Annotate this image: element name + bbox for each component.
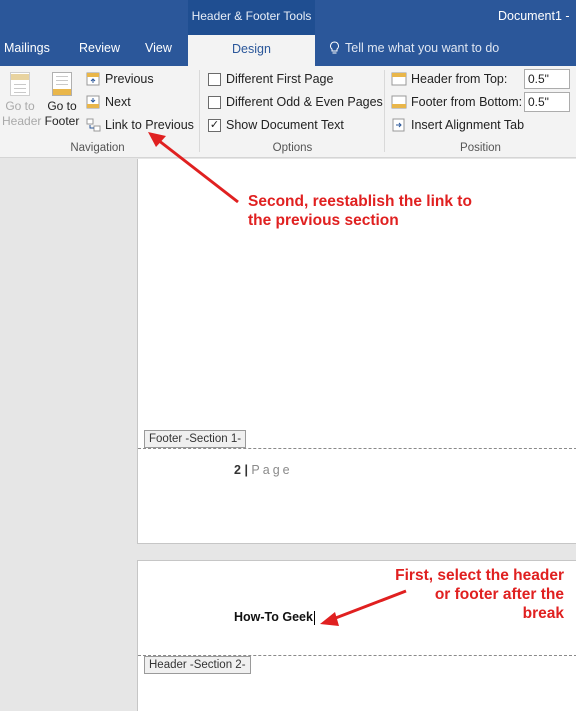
checkbox-box xyxy=(208,95,221,109)
title-bar: Header & Footer Tools Document1 - Mailin… xyxy=(0,0,576,66)
page-number-field[interactable]: 2 | Page xyxy=(234,463,293,477)
position-group-label: Position xyxy=(460,142,501,154)
footer-from-bottom-input[interactable]: 0.5" xyxy=(524,92,570,112)
header-section-label: Header -Section 2- xyxy=(144,656,251,674)
callout-second: Second, reestablish the link to the prev… xyxy=(248,192,472,230)
page-separator: | xyxy=(244,463,248,477)
left-margin-area xyxy=(0,159,137,711)
go-to-header-label-2: Header xyxy=(2,114,42,128)
header-position-icon xyxy=(391,72,407,86)
text-cursor xyxy=(313,610,315,625)
go-to-header-button[interactable]: Go to Header xyxy=(2,72,42,129)
insert-alignment-tab-label: Insert Alignment Tab xyxy=(411,118,525,132)
options-group-label: Options xyxy=(272,142,313,154)
alignment-tab-icon xyxy=(392,118,405,132)
go-to-header-label-1: Go to xyxy=(5,99,35,113)
link-to-previous-label: Link to Previous xyxy=(105,118,194,132)
callout-second-line-2: the previous section xyxy=(248,212,399,229)
checkbox-box xyxy=(208,72,221,86)
header-text: How-To Geek xyxy=(234,610,313,624)
callout-first-line-1: First, select the header xyxy=(395,567,564,584)
callout-first-line-2: or footer after the xyxy=(434,586,564,603)
go-to-header-icon xyxy=(10,72,30,96)
link-to-previous-icon xyxy=(86,118,101,132)
context-group-label: Header & Footer Tools xyxy=(188,0,315,35)
lightbulb-icon xyxy=(330,41,339,54)
callout-second-line-1: Second, reestablish the link to xyxy=(248,193,472,210)
different-first-page-checkbox[interactable]: Different First Page xyxy=(208,72,333,86)
group-divider xyxy=(384,70,385,152)
header-content[interactable]: How-To Geek xyxy=(234,610,315,625)
show-document-text-checkbox[interactable]: ✓ Show Document Text xyxy=(208,118,344,132)
next-icon xyxy=(86,95,101,109)
tell-me-search[interactable]: Tell me what you want to do xyxy=(329,41,499,55)
callout-first-line-3: break xyxy=(522,605,564,622)
footer-from-bottom-row: Footer from Bottom: xyxy=(391,95,522,109)
page-number: 2 xyxy=(234,463,241,477)
different-odd-even-checkbox[interactable]: Different Odd & Even Pages xyxy=(208,95,383,109)
group-divider xyxy=(199,70,200,152)
previous-label: Previous xyxy=(105,72,154,86)
tab-design[interactable]: Design xyxy=(188,35,315,66)
callout-first: First, select the header or footer after… xyxy=(360,566,564,623)
go-to-footer-label-2: Footer xyxy=(44,114,80,128)
navigation-group-label: Navigation xyxy=(70,142,125,154)
footer-position-icon xyxy=(391,95,407,109)
different-odd-even-label: Different Odd & Even Pages xyxy=(226,95,383,109)
ribbon: Go to Header Go to Footer Previous Next … xyxy=(0,66,576,158)
next-label: Next xyxy=(105,95,131,109)
header-from-top-input[interactable]: 0.5" xyxy=(524,69,570,89)
previous-icon xyxy=(86,72,101,86)
tab-view[interactable]: View xyxy=(145,41,172,55)
previous-button[interactable]: Previous xyxy=(86,72,154,86)
footer-from-bottom-label: Footer from Bottom: xyxy=(411,95,523,109)
header-from-top-row: Header from Top: xyxy=(391,72,507,86)
tab-mailings[interactable]: Mailings xyxy=(4,41,50,55)
footer-boundary-line xyxy=(138,448,576,449)
header-from-top-label: Header from Top: xyxy=(411,72,508,86)
footer-section-label: Footer -Section 1- xyxy=(144,430,247,448)
document-title: Document1 - xyxy=(498,9,570,23)
go-to-footer-label-1: Go to xyxy=(47,99,77,113)
tab-review[interactable]: Review xyxy=(79,41,120,55)
go-to-footer-button[interactable]: Go to Footer xyxy=(43,72,81,129)
page-word: Page xyxy=(251,463,293,477)
next-button[interactable]: Next xyxy=(86,95,131,109)
tell-me-text: Tell me what you want to do xyxy=(345,41,500,55)
link-to-previous-button[interactable]: Link to Previous xyxy=(86,118,194,132)
go-to-footer-icon xyxy=(52,72,72,96)
insert-alignment-tab-button[interactable]: Insert Alignment Tab xyxy=(391,118,524,132)
different-first-page-label: Different First Page xyxy=(226,72,334,86)
checkmark-icon: ✓ xyxy=(208,118,221,132)
show-document-text-label: Show Document Text xyxy=(226,118,344,132)
